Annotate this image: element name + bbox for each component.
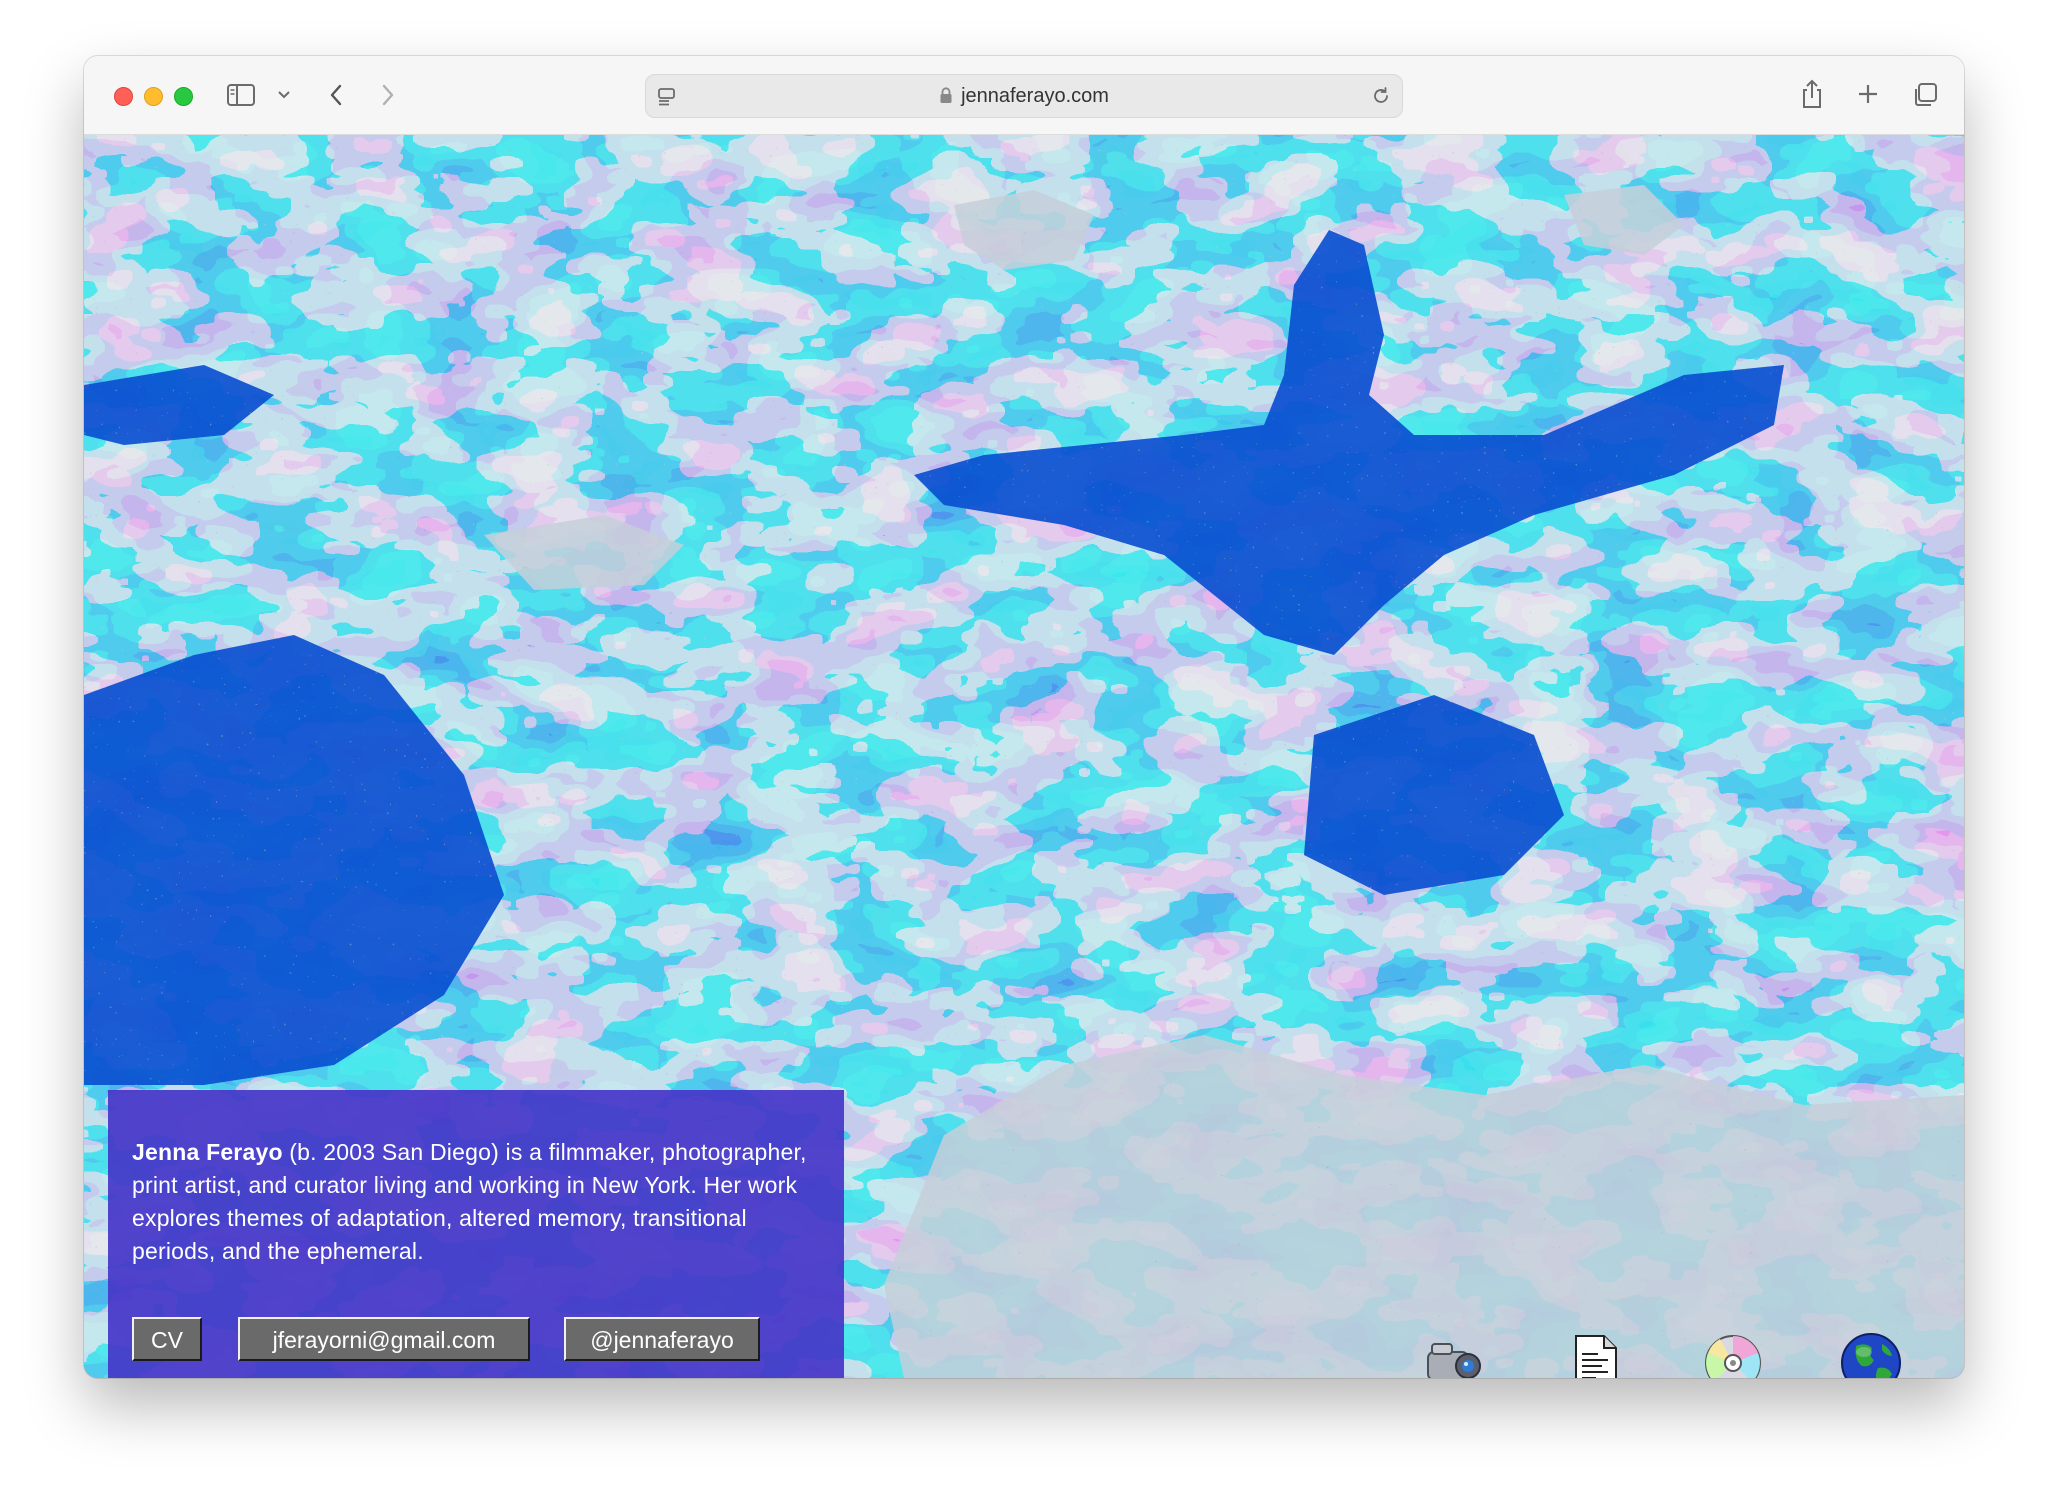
new-tab-icon[interactable]: [1854, 80, 1882, 108]
sidebar-toggle-icon[interactable]: [226, 81, 256, 109]
zoom-window-button[interactable]: [174, 87, 193, 106]
url-text: jennaferayo.com: [961, 85, 1109, 107]
minimize-window-button[interactable]: [144, 87, 163, 106]
instagram-handle-button[interactable]: @jennaferayo: [564, 1317, 760, 1361]
globe-icon[interactable]: [1838, 1330, 1904, 1378]
url-display[interactable]: jennaferayo.com: [646, 75, 1402, 117]
browser-toolbar: jennaferayo.com: [84, 56, 1964, 135]
back-arrow-icon[interactable]: [324, 80, 348, 110]
document-icon[interactable]: [1562, 1330, 1628, 1378]
share-icon[interactable]: [1798, 76, 1826, 112]
artist-name: Jenna Ferayo: [132, 1139, 283, 1165]
bio-paragraph: Jenna Ferayo (b. 2003 San Diego) is a fi…: [132, 1136, 832, 1268]
camcorder-icon[interactable]: [1422, 1330, 1488, 1378]
email-link-button[interactable]: jferayorni@gmail.com: [238, 1317, 530, 1361]
lock-icon: [939, 77, 953, 119]
tab-overview-icon[interactable]: [1910, 80, 1940, 110]
page-content: Jenna Ferayo (b. 2003 San Diego) is a fi…: [84, 135, 1964, 1378]
forward-arrow-icon[interactable]: [376, 80, 400, 110]
address-bar[interactable]: jennaferayo.com: [645, 74, 1403, 118]
cv-button[interactable]: CV: [132, 1317, 202, 1361]
cd-icon[interactable]: [1700, 1330, 1766, 1378]
reload-icon[interactable]: [1370, 85, 1392, 107]
close-window-button[interactable]: [114, 87, 133, 106]
browser-window: jennaferayo.com Jenna Ferayo (b. 2003 Sa…: [84, 56, 1964, 1378]
bio-panel: Jenna Ferayo (b. 2003 San Diego) is a fi…: [108, 1090, 844, 1378]
chevron-down-icon[interactable]: [276, 86, 292, 104]
